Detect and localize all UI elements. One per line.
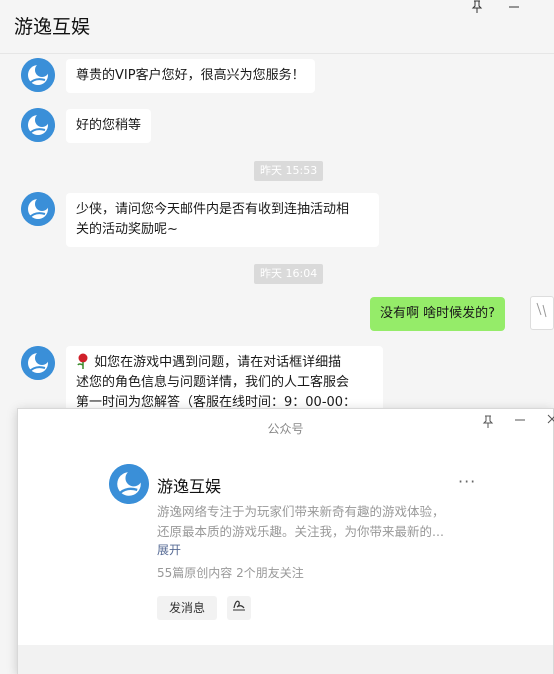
account-name: 游逸互娱: [157, 477, 222, 496]
timestamp: 昨天 16:04: [254, 264, 324, 284]
description-line: 游逸网络专注于为玩家们带来新奇有趣的游戏体验，: [157, 504, 445, 519]
official-account-popup: 公众号 游逸互娱 ··· 游逸网络专注于为玩家们带来新奇有趣的游戏体验， 还原最…: [17, 408, 554, 674]
my-message-bubble[interactable]: 没有啊 啥时候发的?: [370, 297, 506, 331]
account-description: 游逸网络专注于为玩家们带来新奇有趣的游戏体验， 还原最本质的游戏乐趣。关注我，为…: [157, 502, 487, 542]
message-bubble[interactable]: 尊贵的VIP客户您好，很高兴为您服务！: [66, 59, 315, 93]
message-bubble[interactable]: 好的您稍等: [66, 109, 152, 143]
minimize-icon[interactable]: [508, 0, 520, 14]
expand-link[interactable]: 展开: [157, 541, 181, 558]
service-avatar[interactable]: [21, 108, 55, 142]
account-avatar[interactable]: [109, 464, 149, 504]
message-bubble[interactable]: 如您在游戏中遇到问题，请在对话框详细描 述您的角色信息与问题详情，我们的人工客服…: [66, 346, 383, 416]
popup-title: 公众号: [267, 422, 304, 436]
timestamp: 昨天 15:53: [254, 161, 324, 181]
my-avatar[interactable]: [530, 296, 554, 330]
message-line: 述您的角色信息与问题详情，我们的人工客服会: [76, 375, 350, 390]
rose-icon: [76, 353, 90, 369]
service-avatar[interactable]: [21, 192, 55, 226]
close-icon[interactable]: [546, 413, 554, 429]
message-text: 如您在游戏中遇到问题，请在对话框详细描: [94, 355, 342, 370]
message-line: 关的活动奖励呢~: [76, 222, 178, 237]
minimize-icon[interactable]: [514, 413, 526, 429]
message-line: 如您在游戏中遇到问题，请在对话框详细描: [76, 353, 373, 373]
signature-icon[interactable]: [227, 596, 251, 620]
chat-header: 游逸互娱: [0, 0, 554, 54]
pin-icon[interactable]: [482, 415, 494, 431]
description-line: 还原最本质的游戏乐趣。关注我，为你带来最新的...: [157, 524, 444, 539]
pin-icon[interactable]: [471, 0, 483, 16]
service-avatar[interactable]: [21, 346, 55, 380]
account-stats: 55篇原创内容 2个朋友关注: [157, 566, 304, 580]
message-line: 少侠，请问您今天邮件内是否有收到连抽活动相: [76, 202, 350, 217]
popup-footer: [18, 645, 553, 674]
service-avatar[interactable]: [21, 58, 55, 92]
more-button[interactable]: ···: [458, 472, 476, 491]
message-bubble[interactable]: 少侠，请问您今天邮件内是否有收到连抽活动相 关的活动奖励呢~: [66, 193, 379, 247]
send-message-button[interactable]: 发消息: [157, 596, 217, 620]
chat-title: 游逸互娱: [14, 16, 91, 38]
